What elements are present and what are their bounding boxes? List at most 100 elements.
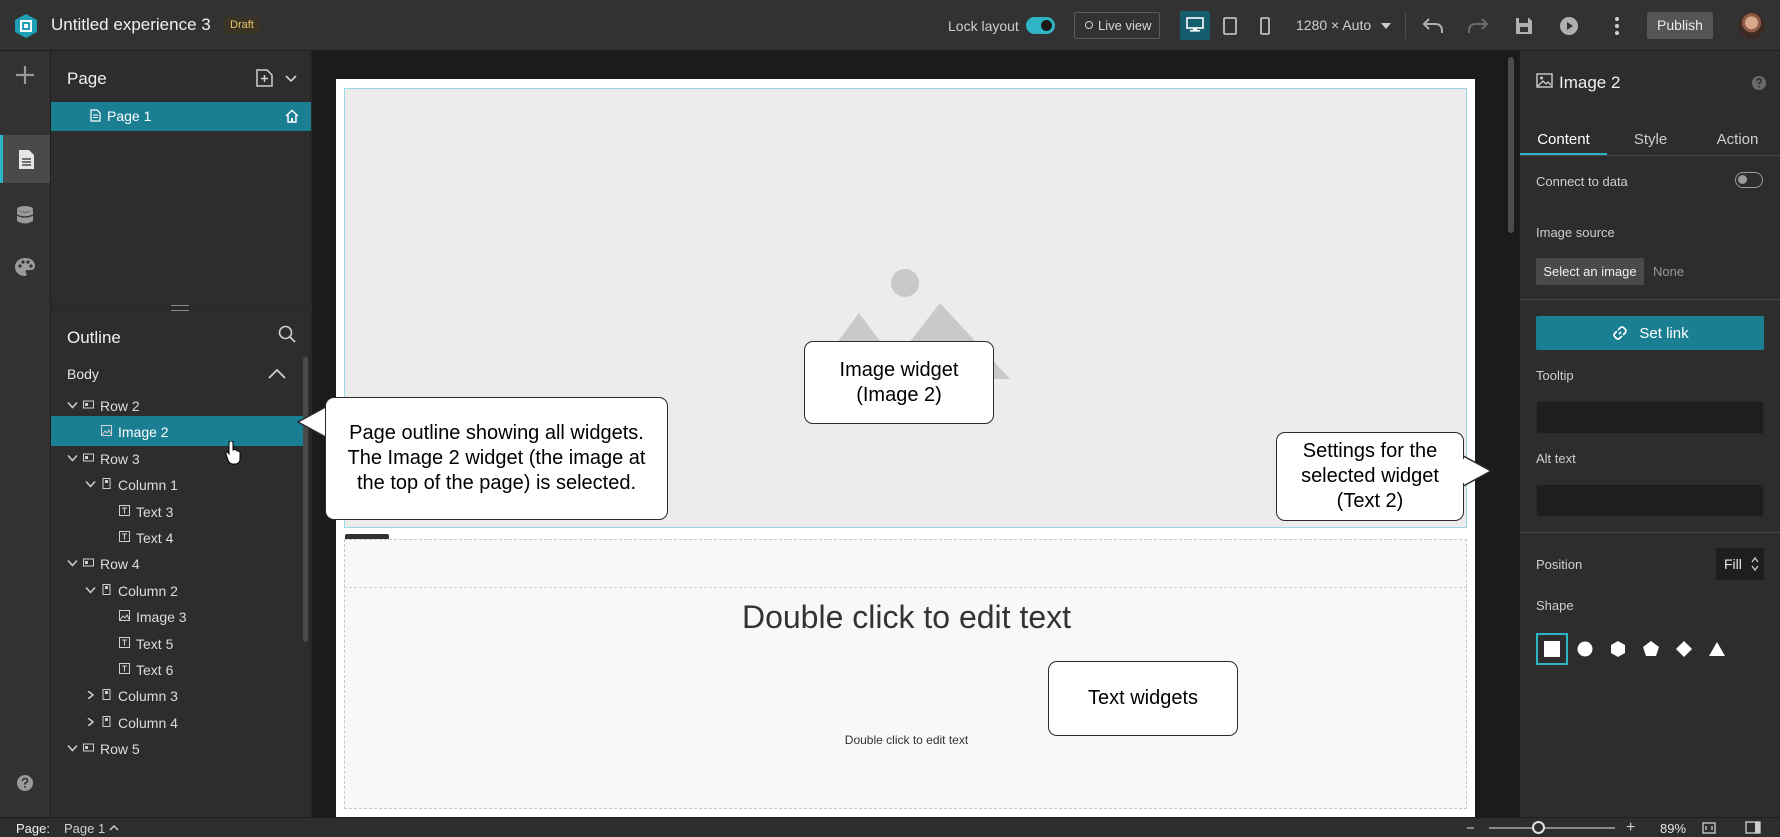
- preview-button[interactable]: [1557, 14, 1581, 38]
- column-icon: [102, 583, 111, 595]
- plus-icon: [16, 66, 34, 84]
- canvas-scrollbar[interactable]: [1508, 57, 1514, 233]
- publish-button[interactable]: Publish: [1647, 12, 1713, 39]
- outline-item-label: Text 5: [136, 635, 174, 652]
- desktop-icon: [1186, 17, 1204, 32]
- status-page-label: Page:: [16, 821, 50, 836]
- user-avatar[interactable]: [1738, 12, 1765, 39]
- shape-square-button[interactable]: [1536, 633, 1568, 665]
- resolution-dropdown[interactable]: 1280 × Auto: [1296, 17, 1392, 33]
- select-image-button[interactable]: Select an image: [1536, 258, 1644, 285]
- triangle-icon: [1709, 642, 1725, 656]
- phone-view-button[interactable]: [1250, 11, 1280, 40]
- chevron-up-icon[interactable]: [109, 824, 119, 831]
- toggle-panel-icon[interactable]: [1745, 821, 1761, 834]
- undo-button[interactable]: [1421, 14, 1445, 38]
- shape-diamond-button[interactable]: [1668, 633, 1700, 665]
- redo-button[interactable]: [1466, 14, 1490, 38]
- row-divider: [344, 587, 1467, 588]
- shape-hexagon-button[interactable]: [1602, 633, 1634, 665]
- help-icon[interactable]: [1751, 75, 1767, 91]
- chevron-down-icon[interactable]: [67, 559, 78, 568]
- tab-content[interactable]: Content: [1520, 123, 1607, 155]
- toggle-knob: [1041, 20, 1052, 31]
- undo-icon: [1422, 18, 1443, 33]
- square-icon: [1544, 641, 1560, 657]
- image-icon: [1536, 73, 1553, 88]
- search-icon[interactable]: [278, 325, 296, 343]
- shape-circle-button[interactable]: [1569, 633, 1601, 665]
- lock-layout-toggle[interactable]: [1026, 17, 1055, 34]
- save-button[interactable]: [1512, 14, 1536, 38]
- zoom-slider-thumb[interactable]: [1532, 821, 1545, 834]
- app-logo-icon[interactable]: [12, 12, 40, 40]
- data-button[interactable]: [0, 191, 50, 239]
- chevron-right-icon[interactable]: [85, 691, 96, 700]
- chevron-down-icon[interactable]: [85, 586, 96, 594]
- chevron-down-icon[interactable]: [85, 480, 96, 488]
- zoom-in-button[interactable]: +: [1626, 819, 1635, 837]
- add-widget-button[interactable]: [0, 51, 50, 99]
- set-link-label: Set link: [1639, 324, 1689, 342]
- outline-item-label: Column 3: [118, 688, 178, 705]
- position-label: Position: [1536, 557, 1583, 572]
- resolution-value: 1280 × Auto: [1296, 17, 1372, 33]
- callout-tail-joint: [1458, 459, 1464, 483]
- chevron-down-icon: [1381, 23, 1392, 30]
- tab-action[interactable]: Action: [1694, 123, 1780, 155]
- section-divider: [1520, 532, 1780, 533]
- shape-pentagon-button[interactable]: [1635, 633, 1667, 665]
- chevron-down-icon[interactable]: [67, 401, 78, 409]
- page-item-page-1[interactable]: Page 1: [51, 102, 311, 131]
- alt-text-input[interactable]: [1536, 484, 1764, 517]
- status-page-value[interactable]: Page 1: [64, 821, 105, 836]
- position-value: Fill: [1724, 556, 1742, 572]
- phone-icon: [1260, 17, 1270, 35]
- palette-icon: [15, 258, 35, 276]
- link-icon: [1613, 326, 1628, 340]
- chevron-right-icon[interactable]: [85, 717, 96, 726]
- zoom-level: 89%: [1660, 821, 1687, 836]
- tablet-view-button[interactable]: [1215, 11, 1245, 40]
- settings-title: Image 2: [1559, 73, 1621, 92]
- outline-item-label: Column 4: [118, 714, 178, 731]
- outline-item-label: Row 4: [100, 556, 140, 573]
- outline-title: Outline: [67, 328, 121, 347]
- chevron-up-icon[interactable]: [268, 368, 286, 379]
- column-icon: [102, 478, 111, 490]
- shape-triangle-button[interactable]: [1701, 633, 1733, 665]
- live-view-button[interactable]: Live view: [1074, 12, 1160, 39]
- more-options-button[interactable]: [1605, 14, 1629, 38]
- settings-panel: Image 2 Content Style Action Connect to …: [1519, 51, 1780, 817]
- outline-body-label[interactable]: Body: [67, 366, 99, 382]
- outline-item-row-5[interactable]: Row 5: [51, 733, 303, 763]
- tab-style[interactable]: Style: [1607, 123, 1694, 155]
- chevron-down-icon[interactable]: [67, 454, 78, 462]
- tabs-divider: [1520, 155, 1780, 156]
- desktop-view-button[interactable]: [1180, 11, 1210, 40]
- add-page-button[interactable]: [256, 69, 300, 89]
- left-rail: [0, 51, 51, 817]
- zoom-slider[interactable]: [1489, 827, 1615, 829]
- text-icon: [119, 531, 130, 542]
- connect-to-data-toggle[interactable]: [1735, 172, 1763, 188]
- chevron-down-icon[interactable]: [67, 744, 78, 752]
- fit-to-window-icon[interactable]: [1702, 822, 1716, 834]
- text-widget-small[interactable]: Double click to edit text: [345, 733, 1468, 747]
- chevron-down-icon: [285, 75, 297, 83]
- experience-title[interactable]: Untitled experience 3: [51, 15, 211, 35]
- outline-scrollbar[interactable]: [303, 357, 308, 642]
- help-button[interactable]: [0, 759, 50, 807]
- zoom-out-button[interactable]: −: [1466, 820, 1475, 837]
- tooltip-input[interactable]: [1536, 401, 1764, 434]
- position-select[interactable]: Fill: [1716, 548, 1764, 580]
- text-row[interactable]: Double click to edit text Double click t…: [344, 539, 1467, 809]
- redo-icon: [1468, 18, 1489, 33]
- row-icon: [83, 400, 94, 409]
- page-button[interactable]: [0, 135, 50, 183]
- set-link-button[interactable]: Set link: [1536, 316, 1764, 350]
- outline-item-label: Text 6: [136, 662, 174, 678]
- text-widget-large[interactable]: Double click to edit text: [345, 599, 1468, 636]
- panel-resize-handle[interactable]: [171, 305, 189, 311]
- theme-button[interactable]: [0, 243, 50, 291]
